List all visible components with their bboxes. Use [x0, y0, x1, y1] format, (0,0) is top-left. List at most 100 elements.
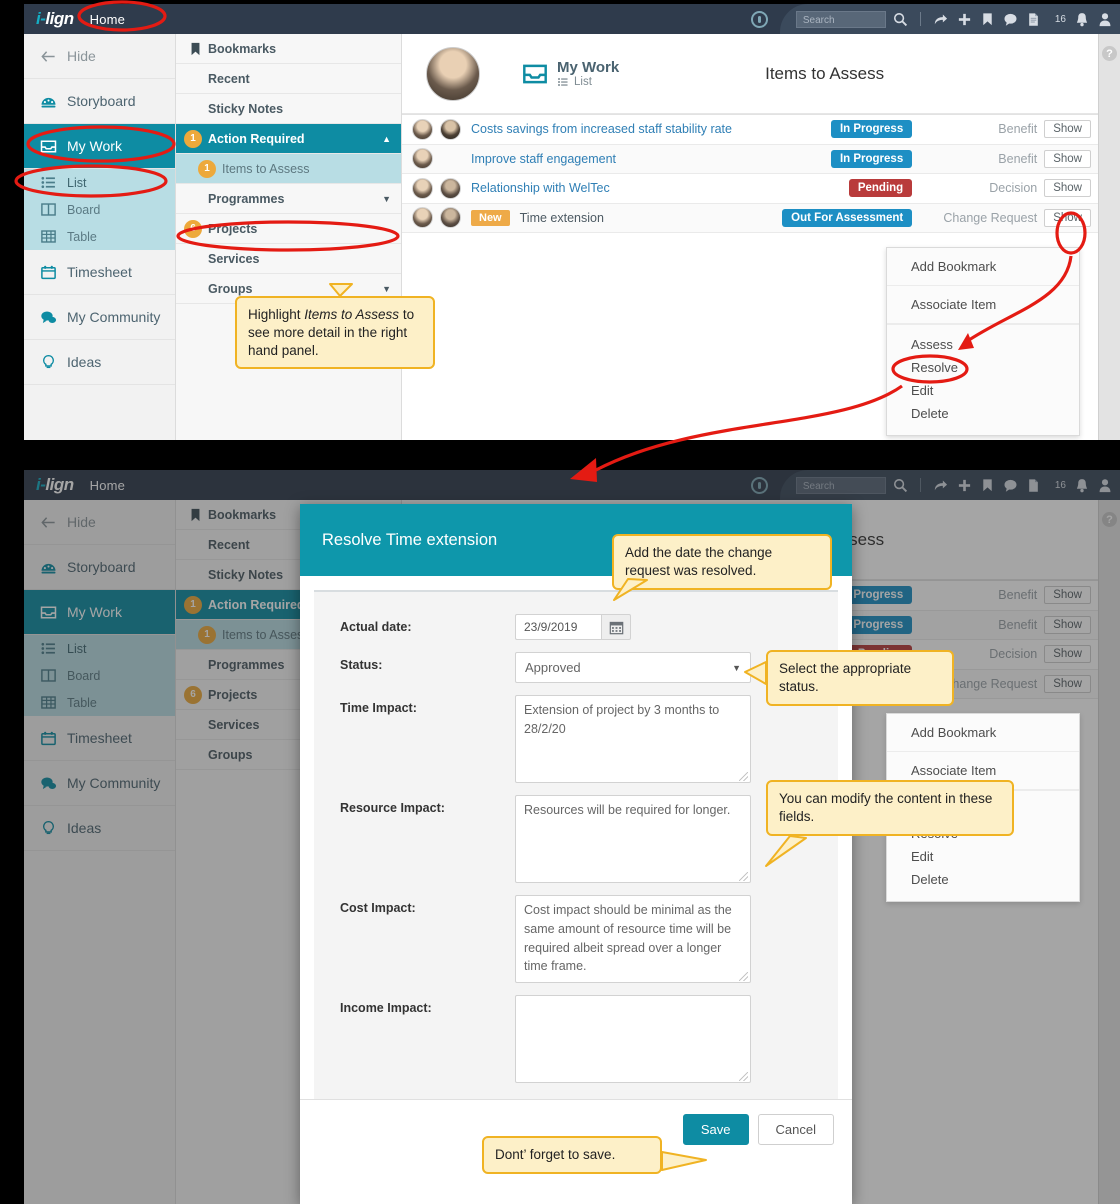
mid-panel: Bookmarks Recent Sticky Notes 1 Action R… — [176, 34, 402, 440]
sidebar-item-list-label: List — [67, 175, 87, 190]
mid-item-action-required[interactable]: 1 Action Required ▲ — [176, 124, 401, 154]
sidebar-item-my-community[interactable]: My Community — [24, 295, 175, 340]
menu-item-delete[interactable]: Delete — [887, 868, 1079, 891]
field-resource-impact: Resource Impact: Resources will be requi… — [314, 789, 838, 889]
bookmark-icon[interactable] — [981, 12, 994, 27]
avatar[interactable] — [440, 207, 461, 229]
screenshot-top: i-lign Home Search 16 Hide Storyboard My… — [24, 4, 1120, 440]
avatar[interactable] — [440, 177, 461, 199]
row-type: Decision — [989, 181, 1038, 196]
row-title-link[interactable]: Time extension — [520, 211, 604, 225]
mid-item-sticky-notes[interactable]: Sticky Notes — [176, 94, 401, 124]
lightbulb-icon — [43, 354, 54, 368]
resize-grip-icon[interactable] — [739, 1072, 748, 1081]
field-label: Resource Impact: — [340, 801, 445, 815]
globe-icon[interactable] — [750, 10, 768, 28]
search-input[interactable]: Search — [795, 10, 886, 28]
logo-lign: lign — [45, 9, 74, 28]
search-icon[interactable] — [893, 12, 908, 27]
menu-item-delete[interactable]: Delete — [887, 402, 1079, 425]
row-title-link[interactable]: Improve staff engagement — [471, 152, 616, 166]
show-button[interactable]: Show — [1044, 120, 1091, 139]
date-control[interactable]: 23/9/2019 — [515, 614, 631, 640]
app-logo[interactable]: i-lign — [24, 9, 74, 29]
table-row[interactable]: Costs savings from increased staff stabi… — [402, 115, 1120, 145]
avatar[interactable] — [412, 118, 433, 140]
avatar[interactable] — [426, 46, 480, 101]
row-title-link[interactable]: Relationship with WelTec — [471, 181, 610, 195]
mid-item-projects[interactable]: 6 Projects — [176, 214, 401, 244]
avatar[interactable] — [412, 148, 433, 170]
sidebar-item-my-work[interactable]: My Work — [24, 124, 175, 169]
cost-impact-textarea[interactable]: Cost impact should be minimal as the sam… — [515, 895, 751, 983]
sidebar-item-storyboard[interactable]: Storyboard — [24, 79, 175, 124]
bell-icon[interactable] — [1075, 12, 1089, 27]
table-row[interactable]: Improve staff engagement In Progress Ben… — [402, 144, 1120, 174]
mid-item-recent[interactable]: Recent — [176, 64, 401, 94]
comment-icon[interactable] — [1003, 12, 1018, 27]
sidebar-item-timesheet[interactable]: Timesheet — [24, 250, 175, 295]
row-context-menu[interactable]: Add Bookmark Associate Item Assess Resol… — [886, 247, 1080, 436]
menu-item-associate-item[interactable]: Associate Item — [887, 286, 1079, 324]
mid-item-services[interactable]: Services — [176, 244, 401, 274]
sidebar-item-list[interactable]: List — [24, 169, 175, 196]
cancel-button[interactable]: Cancel — [757, 1114, 834, 1145]
nav-home[interactable]: Home — [90, 12, 125, 27]
sidebar-item-ideas[interactable]: Ideas — [24, 340, 175, 385]
sidebar-hide-button[interactable]: Hide — [24, 34, 175, 79]
left-sidebar: Hide Storyboard My Work List Board Table… — [24, 34, 176, 440]
help-icon[interactable]: ? — [1102, 46, 1117, 61]
avatar[interactable] — [412, 207, 433, 229]
mid-item-items-to-assess[interactable]: 1 Items to Assess — [176, 154, 401, 184]
menu-item-add-bookmark[interactable]: Add Bookmark — [887, 714, 1079, 752]
row-title-link[interactable]: Costs savings from increased staff stabi… — [471, 122, 732, 136]
menu-item-assess[interactable]: Assess — [887, 333, 1079, 356]
document-icon[interactable] — [1027, 12, 1040, 27]
sidebar-item-board-label: Board — [67, 202, 101, 217]
chevron-down-icon[interactable]: ▼ — [382, 194, 391, 204]
status-select[interactable]: Approved ▼ — [515, 652, 751, 683]
table-row[interactable]: New Time extension Out For Assessment Ch… — [402, 203, 1120, 233]
time-impact-value: Extension of project by 3 months to 28/2… — [524, 703, 720, 736]
chat-icon — [41, 310, 57, 323]
menu-item-resolve[interactable]: Resolve — [887, 356, 1079, 379]
resize-grip-icon[interactable] — [739, 972, 748, 981]
items-list: Costs savings from increased staff stabi… — [402, 114, 1120, 233]
field-label: Actual date: — [340, 620, 412, 634]
chevron-up-icon[interactable]: ▲ — [382, 134, 391, 144]
calendar-glyph — [609, 621, 623, 634]
topbar-divider — [919, 12, 921, 26]
table-row[interactable]: Relationship with WelTec Pending Decisio… — [402, 174, 1120, 204]
save-button[interactable]: Save — [682, 1114, 749, 1145]
avatar[interactable] — [440, 118, 461, 140]
menu-group: Assess Resolve Edit Delete — [887, 325, 1079, 435]
actual-date-input[interactable]: 23/9/2019 — [515, 614, 601, 640]
field-actual-date: Actual date: 23/9/2019 — [314, 608, 838, 646]
sidebar-item-table[interactable]: Table — [24, 223, 175, 250]
show-button[interactable]: Show — [1044, 149, 1091, 168]
mid-item-programmes-label: Programmes — [208, 191, 285, 206]
chevron-down-icon[interactable]: ▼ — [382, 284, 391, 294]
resize-grip-icon[interactable] — [739, 772, 748, 781]
plus-icon[interactable] — [957, 12, 972, 27]
sidebar-item-board[interactable]: Board — [24, 196, 175, 223]
menu-item-edit[interactable]: Edit — [887, 379, 1079, 402]
menu-item-add-bookmark[interactable]: Add Bookmark — [887, 248, 1079, 286]
user-icon[interactable] — [1098, 12, 1112, 27]
share-icon[interactable] — [933, 12, 948, 27]
callout-highlight: Highlight Items to Assess to see more de… — [235, 296, 435, 370]
menu-item-edit[interactable]: Edit — [887, 845, 1079, 868]
callout-highlight-em: Items to Assess — [304, 307, 400, 322]
time-impact-textarea[interactable]: Extension of project by 3 months to 28/2… — [515, 695, 751, 783]
calendar-icon[interactable] — [601, 614, 631, 640]
mid-item-programmes[interactable]: Programmes ▼ — [176, 184, 401, 214]
callout-highlight-pre: Highlight — [248, 307, 305, 322]
income-impact-textarea[interactable] — [515, 995, 751, 1083]
resize-grip-icon[interactable] — [739, 872, 748, 881]
show-button[interactable]: Show — [1044, 208, 1091, 227]
show-button[interactable]: Show — [1044, 179, 1091, 198]
avatar[interactable] — [412, 177, 433, 199]
mid-item-bookmarks[interactable]: Bookmarks — [176, 34, 401, 64]
sidebar-subnav: List Board Table — [24, 169, 175, 250]
resource-impact-textarea[interactable]: Resources will be required for longer. — [515, 795, 751, 883]
